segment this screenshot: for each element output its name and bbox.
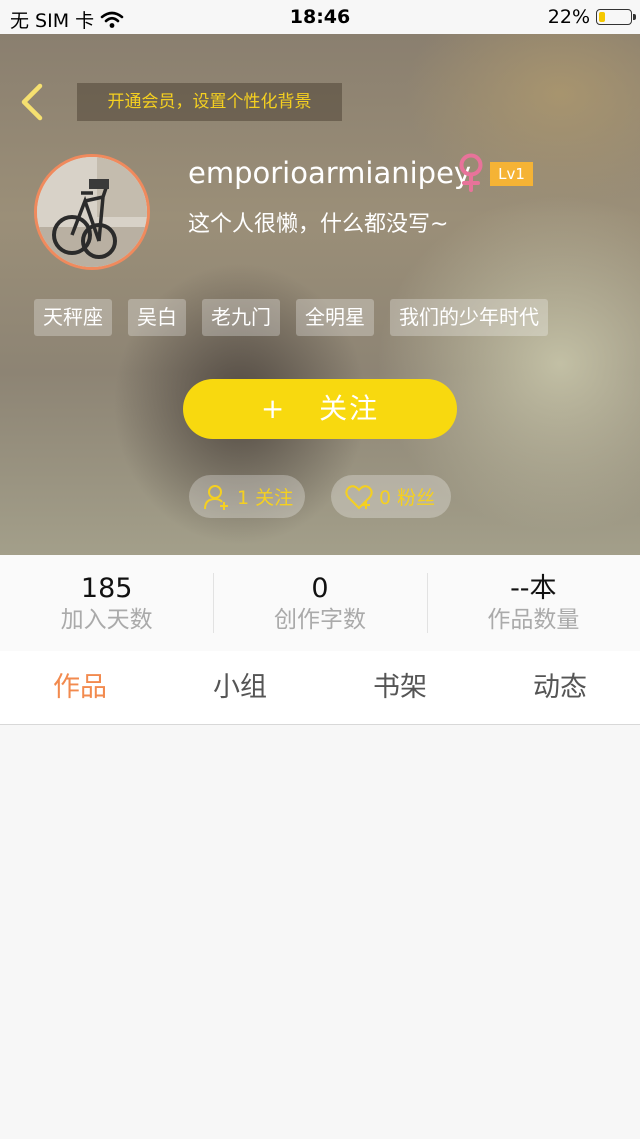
stat-days-joined: 185 加入天数 xyxy=(0,555,213,651)
status-bar: 无 SIM 卡 18:46 22% xyxy=(0,0,640,34)
stat-label: 作品数量 xyxy=(487,607,580,633)
stat-value: 0 xyxy=(311,573,329,604)
tag[interactable]: 吴白 xyxy=(128,299,186,336)
stats-row: 185 加入天数 0 创作字数 --本 作品数量 xyxy=(0,555,640,651)
tag[interactable]: 我们的少年时代 xyxy=(390,299,548,336)
tab-bookshelf[interactable]: 书架 xyxy=(320,651,480,724)
following-count-button[interactable]: 1 关注 xyxy=(189,475,305,518)
battery-icon xyxy=(596,9,636,25)
fans-count: 0 粉丝 xyxy=(379,487,436,509)
user-bio: 这个人很懒，什么都没写~ xyxy=(188,212,449,237)
battery-percent: 22% xyxy=(547,6,590,28)
fans-count-button[interactable]: 0 粉丝 xyxy=(331,475,451,518)
username: emporioarmianipey xyxy=(188,156,472,190)
tab-activity[interactable]: 动态 xyxy=(480,651,640,724)
vip-background-banner[interactable]: 开通会员，设置个性化背景 xyxy=(77,83,342,121)
following-count: 1 关注 xyxy=(237,487,294,509)
follow-button[interactable]: + 关注 xyxy=(183,379,457,439)
add-user-icon xyxy=(204,484,228,510)
clock: 18:46 xyxy=(289,6,351,28)
tag[interactable]: 老九门 xyxy=(202,299,280,336)
avatar[interactable] xyxy=(34,154,150,270)
stat-words-written: 0 创作字数 xyxy=(213,555,426,651)
follow-button-label: 关注 xyxy=(319,392,380,425)
tag[interactable]: 天秤座 xyxy=(34,299,112,336)
tab-content-area xyxy=(0,725,640,1139)
tab-groups[interactable]: 小组 xyxy=(160,651,320,724)
stat-value: 185 xyxy=(80,573,133,604)
stat-label: 加入天数 xyxy=(60,607,153,633)
tab-works[interactable]: 作品 xyxy=(0,651,160,724)
plus-icon: + xyxy=(260,392,287,425)
profile-header: 开通会员，设置个性化背景 emporioarmianipey Lv1 这个人很懒… xyxy=(0,34,640,555)
interest-tags: 天秤座 吴白 老九门 全明星 我们的少年时代 xyxy=(34,299,548,336)
stat-label: 创作字数 xyxy=(273,607,366,633)
tag[interactable]: 全明星 xyxy=(296,299,374,336)
level-badge: Lv1 xyxy=(490,162,533,186)
bicycle-photo xyxy=(37,157,147,267)
heart-icon xyxy=(345,484,373,509)
back-arrow-icon[interactable] xyxy=(14,82,54,122)
battery-level xyxy=(599,12,605,22)
profile-tabs: 作品 小组 书架 动态 xyxy=(0,651,640,725)
female-icon xyxy=(459,153,483,192)
stat-works-count: --本 作品数量 xyxy=(426,555,640,651)
status-right: 22% xyxy=(547,6,636,28)
stat-value: --本 xyxy=(510,573,557,604)
